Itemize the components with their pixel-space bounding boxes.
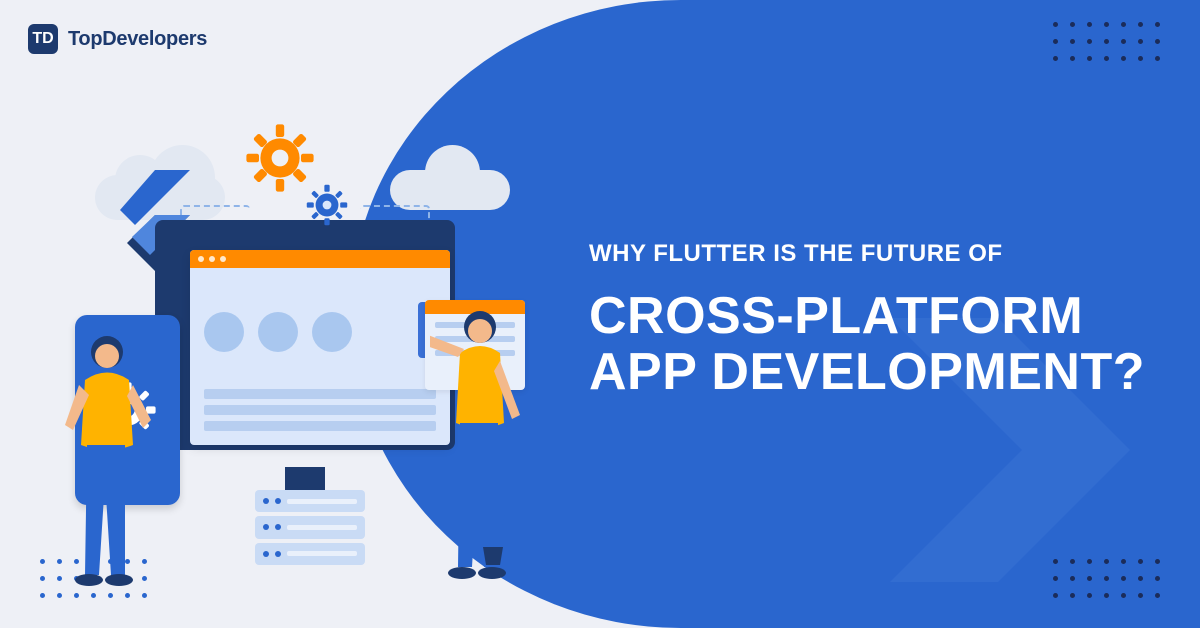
dots-decoration-top-right [1053,22,1160,61]
cloud-icon [390,170,510,210]
app-window-mock: </> [190,250,450,445]
logo-mark-icon: TD [28,24,58,54]
promo-banner: TD TopDevelopers WHY FLUTTER IS THE FUTU… [0,0,1200,628]
brand-logo: TD TopDevelopers [28,24,207,54]
person-illustration [55,330,165,590]
brand-name: TopDevelopers [68,28,207,51]
window-titlebar [190,250,450,268]
headline-block: WHY FLUTTER IS THE FUTURE OF CROSS-PLATF… [589,240,1145,400]
dots-decoration-bottom-right [1053,559,1160,598]
title-line-2: APP DEVELOPMENT? [589,343,1145,401]
headline-kicker: WHY FLUTTER IS THE FUTURE OF [589,240,1145,268]
plant-icon [475,507,511,567]
ui-circles-row [204,312,352,352]
title-line-1: CROSS-PLATFORM [589,287,1083,345]
headline-title: CROSS-PLATFORM APP DEVELOPMENT? [589,288,1145,400]
gear-icon [305,183,349,227]
ui-rows-block [204,389,436,431]
hero-illustration: </> [60,105,520,575]
server-stack-icon [255,490,365,565]
